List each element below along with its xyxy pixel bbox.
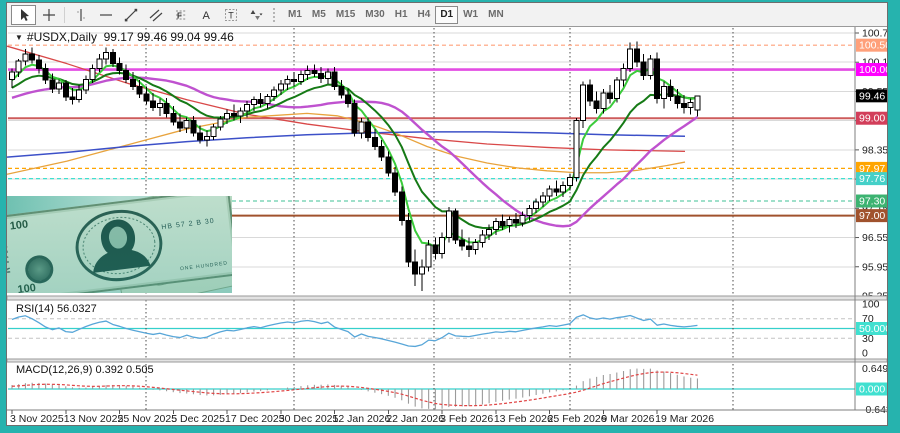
arrows-icon[interactable] (243, 5, 268, 25)
horizontal-line-icon[interactable] (93, 5, 118, 25)
date-label: 3 Feb 2026 (440, 413, 493, 425)
date-label: 30 Dec 2025 (279, 413, 339, 425)
candle (399, 186, 404, 225)
macd-zero-badge: 0.000 (856, 383, 887, 396)
candle (581, 82, 586, 128)
pane-splitter[interactable] (7, 296, 887, 300)
timeframe-w1-button[interactable]: W1 (458, 6, 483, 24)
pane-splitter[interactable] (7, 359, 887, 362)
candle (453, 208, 458, 244)
toolbar-drag-handle[interactable] (273, 8, 278, 22)
rsi-indicator-label: RSI(14) 56.0327 (16, 303, 97, 315)
level-price-badge: 97.00 (856, 209, 887, 222)
price-axis-label: 100.75 (862, 28, 887, 40)
timeframe-h1-button[interactable]: H1 (390, 6, 413, 24)
timeframe-h4-button[interactable]: H4 (413, 6, 436, 24)
svg-text:97.76: 97.76 (859, 173, 885, 185)
date-label: 12 Jan 2026 (333, 413, 391, 425)
rsi-axis-label: 0 (862, 348, 868, 360)
svg-text:100.50: 100.50 (859, 40, 887, 52)
candle (446, 207, 451, 243)
candle (426, 240, 431, 272)
svg-text:100.00: 100.00 (859, 64, 887, 76)
ohlc-values: 99.17 99.46 99.04 99.46 (104, 30, 234, 44)
timeframe-mn-button[interactable]: MN (483, 6, 509, 24)
svg-text:0.000: 0.000 (859, 384, 885, 396)
svg-text:97.30: 97.30 (859, 196, 885, 208)
candle (648, 55, 653, 79)
price-axis-label: 96.55 (862, 232, 887, 244)
svg-text:97.00: 97.00 (859, 210, 885, 222)
cursor-icon[interactable] (11, 5, 36, 25)
svg-text:T: T (228, 10, 234, 20)
level-price-badge: 97.76 (856, 172, 887, 185)
level-price-badge: 100.00 (856, 63, 887, 76)
last-price-badge: 99.46 (856, 89, 887, 102)
candle (352, 100, 357, 137)
date-label: 17 Dec 2025 (225, 413, 285, 425)
crosshair-icon[interactable] (36, 5, 61, 25)
teal-tint-overlay (7, 196, 232, 293)
chart-title: ▼ #USDX,Daily 99.17 99.46 99.04 99.46 (15, 30, 234, 44)
date-label: 13 Feb 2026 (494, 413, 553, 425)
toolbar-group-separator (64, 7, 65, 23)
fibonacci-icon[interactable]: F (168, 5, 193, 25)
date-label: 13 Nov 2025 (64, 413, 124, 425)
candle (574, 118, 579, 181)
svg-text:A: A (202, 10, 210, 22)
dollar-bill-photo: 100 100 100 HB 57 2 B 30 B3044 M ONE HUN… (7, 196, 232, 293)
macd-indicator-label: MACD(12,26,9) 0.392 0.505 (16, 364, 154, 376)
chart-client-area: 100.75100.1599.5598.9598.3597.7597.1596.… (7, 27, 887, 425)
trendline-icon[interactable] (118, 5, 143, 25)
timeframe-m30-button[interactable]: M30 (360, 6, 389, 24)
date-label: 19 Mar 2026 (655, 413, 714, 425)
candle (406, 213, 411, 267)
svg-text:50.0000: 50.0000 (859, 323, 887, 335)
timeframe-m1-button[interactable]: M1 (283, 6, 307, 24)
price-axis-label: 98.35 (862, 144, 887, 156)
candle (655, 52, 660, 103)
date-label: 22 Jan 2026 (386, 413, 444, 425)
date-label: 5 Dec 2025 (171, 413, 225, 425)
date-label: 3 Nov 2025 (10, 413, 64, 425)
candle (614, 77, 619, 103)
svg-text:F: F (177, 11, 182, 20)
text-icon[interactable]: A (193, 5, 218, 25)
level-price-badge: 99.00 (856, 112, 887, 125)
vertical-line-icon[interactable] (68, 5, 93, 25)
timeframe-m5-button[interactable]: M5 (307, 6, 331, 24)
rsi-level-badge: 50.0000 (856, 322, 887, 335)
text-label-icon[interactable]: T (218, 5, 243, 25)
symbol-dropdown-icon[interactable]: ▼ (15, 33, 23, 42)
macd-axis-label: 0.649 (862, 363, 887, 375)
toolbar: F A T M1M5M15M30H1H4D1W1MN (7, 3, 887, 27)
terminal-window: F A T M1M5M15M30H1H4D1W1MN 100.75100.1599.5… (6, 2, 888, 426)
timeframe-d1-button[interactable]: D1 (435, 6, 458, 24)
svg-text:99.00: 99.00 (859, 113, 885, 125)
page: { "window": {"teal_frame_color": "#26b3a… (0, 0, 900, 433)
level-price-badge: 100.50 (856, 39, 887, 52)
symbol-name: #USDX,Daily (27, 30, 97, 44)
date-label: 25 Nov 2025 (118, 413, 178, 425)
svg-text:99.46: 99.46 (859, 90, 885, 102)
equidistant-channel-icon[interactable] (143, 5, 168, 25)
price-axis-label: 95.95 (862, 261, 887, 273)
timeframe-m15-button[interactable]: M15 (331, 6, 360, 24)
date-label: 25 Feb 2026 (548, 413, 607, 425)
date-label: 9 Mar 2026 (601, 413, 654, 425)
level-price-badge: 97.30 (856, 195, 887, 208)
